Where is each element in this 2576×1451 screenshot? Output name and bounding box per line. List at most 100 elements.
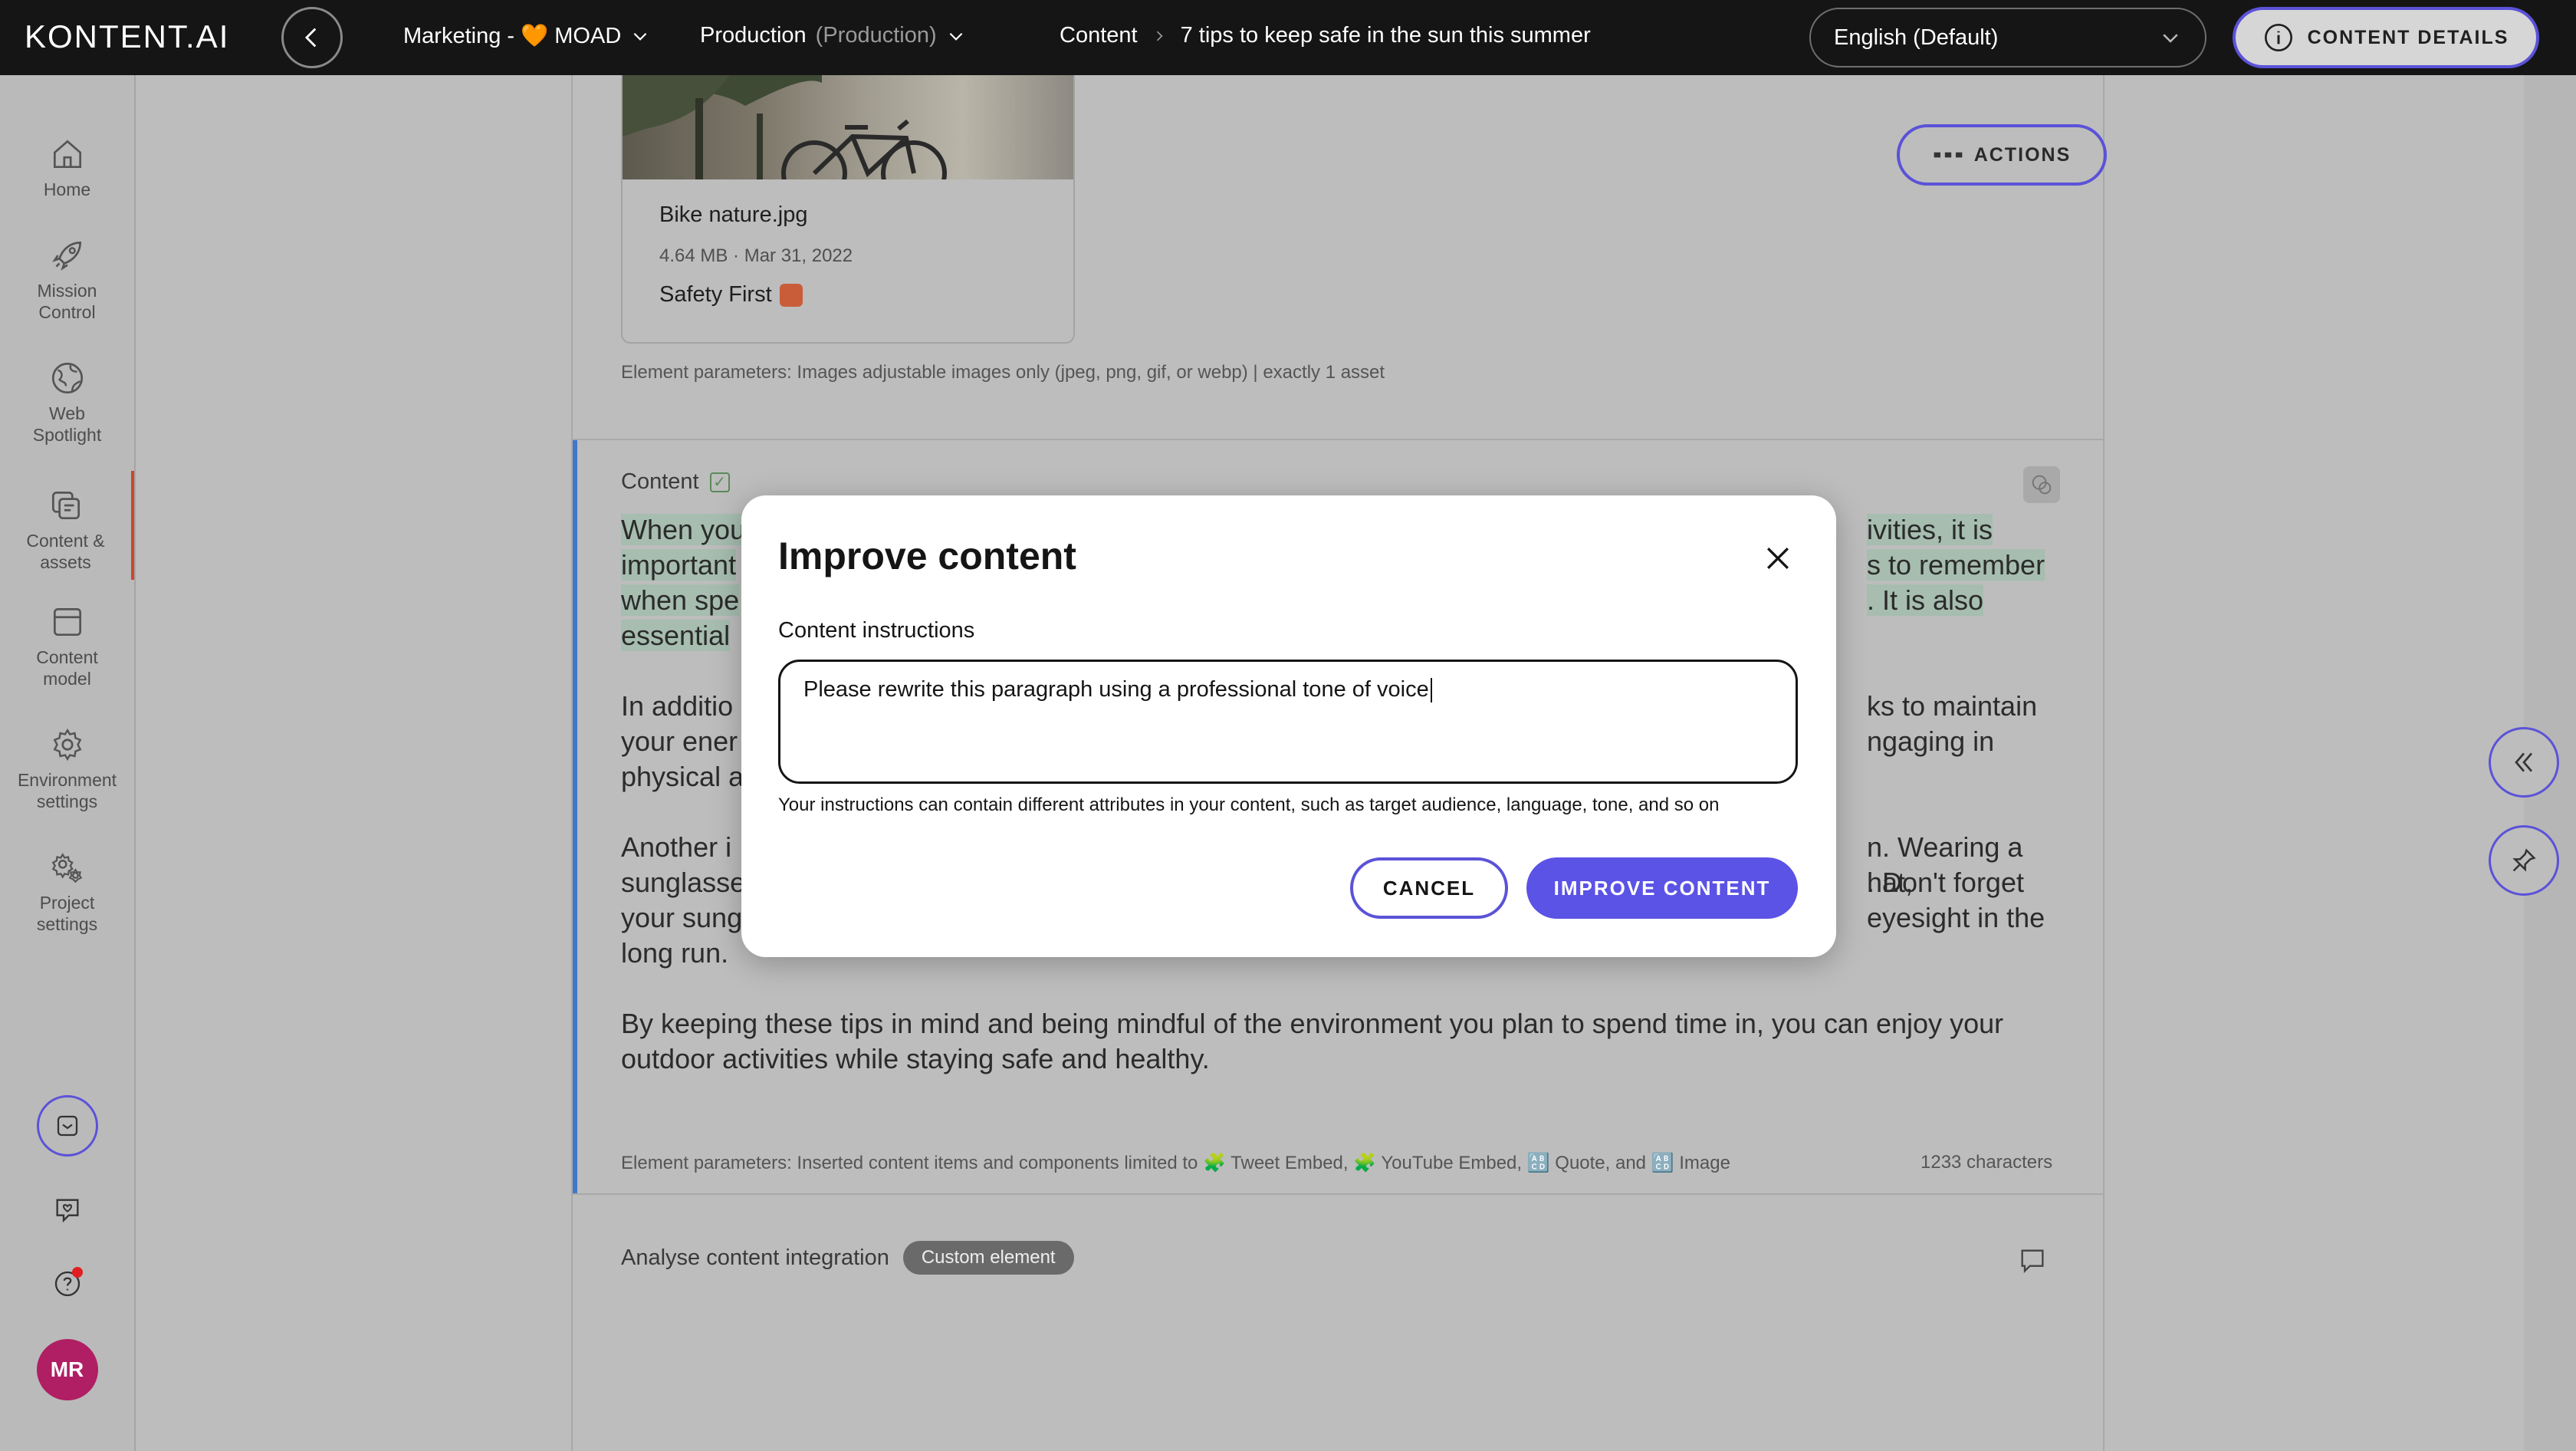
nav-label: Environment settings [17, 770, 117, 811]
breadcrumb-section[interactable]: Content [1060, 23, 1138, 48]
nav-item-web-spotlight[interactable]: Web Spotlight [0, 359, 134, 446]
asset-description-text: Safety First [659, 282, 772, 307]
nav-item-content-model[interactable]: Content model [0, 603, 134, 689]
chevron-right-icon [1156, 31, 1163, 41]
chevron-down-icon [949, 32, 962, 41]
feedback-wrap [0, 1195, 134, 1226]
language-select[interactable]: English (Default) [1809, 8, 2206, 67]
asset-name: Bike nature.jpg [659, 202, 808, 227]
chevrons-left-icon [2515, 752, 2533, 772]
character-count: 1233 characters [1921, 1152, 2053, 1173]
avatar[interactable]: MR [36, 1339, 98, 1400]
text-fragment: . It is also [1867, 584, 1984, 616]
help-button[interactable] [52, 1267, 83, 1303]
custom-element-title: Analyse content integration [621, 1245, 889, 1270]
content-instructions-value: Please rewrite this paragraph using a pr… [803, 677, 1429, 702]
check-icon: ✓ [709, 472, 730, 492]
chevron-down-icon [633, 32, 647, 41]
text-fragment: sunglasse [621, 867, 746, 898]
left-navigation: Home Mission Control Web Spotlight Conte… [0, 75, 136, 1451]
breadcrumb: Content 7 tips to keep safe in the sun t… [1060, 23, 1591, 48]
text-fragment: when spe [621, 584, 740, 616]
nav-item-environment-settings[interactable]: Environment settings [0, 726, 134, 812]
asset-thumbnail [623, 75, 1073, 179]
nav-item-content-assets[interactable]: Content & assets [0, 471, 134, 580]
home-icon [53, 140, 81, 169]
nav-label: Content & assets [26, 531, 105, 572]
custom-element-badge: Custom element [902, 1241, 1074, 1275]
language-value: English (Default) [1834, 25, 1999, 50]
text-fragment: ngaging in [1867, 726, 1995, 757]
globe-icon [51, 362, 83, 394]
text-fragment: important [621, 549, 737, 581]
nav-label: Web Spotlight [32, 403, 102, 445]
text-fragment: ivities, it is [1867, 514, 1993, 545]
notification-dot [71, 1267, 83, 1278]
nav-item-mission-control[interactable]: Mission Control [0, 236, 134, 323]
back-button[interactable] [281, 7, 343, 68]
gear-icon [53, 728, 81, 762]
bike-image-icon [623, 75, 947, 179]
text-fragment: Another i [621, 831, 732, 863]
improve-content-dialog: Improve content Content instructions Ple… [741, 495, 1836, 957]
pin-icon [2512, 848, 2536, 872]
asset-card[interactable]: Bike nature.jpg 4.64 MB · Mar 31, 2022 S… [621, 75, 1075, 344]
collapse-panel-button[interactable] [2489, 727, 2559, 798]
inbox-icon [57, 1115, 77, 1137]
nav-label: Project settings [36, 893, 98, 934]
gears-icon [51, 853, 82, 883]
nav-item-home[interactable]: Home [0, 135, 134, 201]
text-fragment: eyesight in the [1867, 902, 2045, 933]
element-title-text: Content [621, 469, 699, 494]
text-fragment: s to remember [1867, 549, 2045, 581]
breadcrumb-item: 7 tips to keep safe in the sun this summ… [1180, 23, 1591, 48]
rocket-icon [51, 241, 81, 271]
nav-label: Content model [36, 647, 98, 689]
actions-button[interactable]: ACTIONS [1897, 124, 2107, 186]
environment-switcher[interactable]: Production (Production) [700, 23, 966, 48]
ai-assist-button[interactable] [2023, 466, 2060, 503]
chevron-left-icon [304, 28, 317, 48]
project-switcher[interactable]: Marketing - 🧡 MOAD [403, 23, 650, 49]
cancel-button[interactable]: CANCEL [1350, 857, 1508, 919]
content-instructions-input[interactable]: Please rewrite this paragraph using a pr… [778, 660, 1798, 784]
custom-element-header: Analyse content integration Custom eleme… [621, 1241, 1074, 1275]
close-icon[interactable] [1761, 541, 1795, 575]
environment-sub: (Production) [815, 23, 937, 48]
element-title: Content ✓ [621, 469, 730, 495]
text-fragment: ks to maintain [1867, 690, 2038, 722]
pin-button[interactable] [2489, 825, 2559, 896]
asset-element-parameters: Element parameters: Images adjustable im… [621, 362, 1385, 383]
comment-icon[interactable] [2017, 1245, 2048, 1276]
nav-label: Home [43, 179, 91, 199]
text-fragment: your sung [621, 902, 743, 933]
ai-icon [2032, 475, 2052, 495]
divider [573, 1193, 2103, 1195]
chevron-down-icon [2163, 34, 2178, 43]
text-fragment: essential [621, 620, 731, 651]
text-fragment: long run. [621, 937, 729, 969]
inbox-button[interactable] [36, 1095, 98, 1157]
text-caret [1430, 678, 1432, 703]
model-icon [53, 607, 81, 637]
dialog-title: Improve content [778, 535, 1076, 577]
info-icon [2264, 24, 2292, 51]
logo[interactable]: KONTENT.AI [25, 18, 229, 55]
project-name: Marketing - 🧡 MOAD [403, 24, 622, 48]
content-element-parameters: Element parameters: Inserted content ite… [621, 1153, 1730, 1173]
asset-description: Safety First [659, 282, 803, 308]
text-fragment: your ener [621, 726, 738, 757]
more-dots-icon [1934, 152, 1963, 158]
content-details-button[interactable]: CONTENT DETAILS [2233, 7, 2539, 68]
nav-item-project-settings[interactable]: Project settings [0, 848, 134, 935]
inbox-wrap [0, 1095, 134, 1157]
actions-label: ACTIONS [1973, 143, 2072, 166]
nav-label: Mission Control [37, 281, 97, 322]
feedback-icon[interactable] [52, 1195, 83, 1226]
text-fragment: physical a [621, 761, 744, 792]
improve-content-button[interactable]: IMPROVE CONTENT [1526, 857, 1798, 919]
paragraph-4[interactable]: By keeping these tips in mind and being … [621, 1006, 2062, 1077]
text-fragment: When you [621, 514, 746, 545]
help-wrap [0, 1267, 134, 1303]
text-fragment: . Don't forget [1867, 867, 2024, 898]
